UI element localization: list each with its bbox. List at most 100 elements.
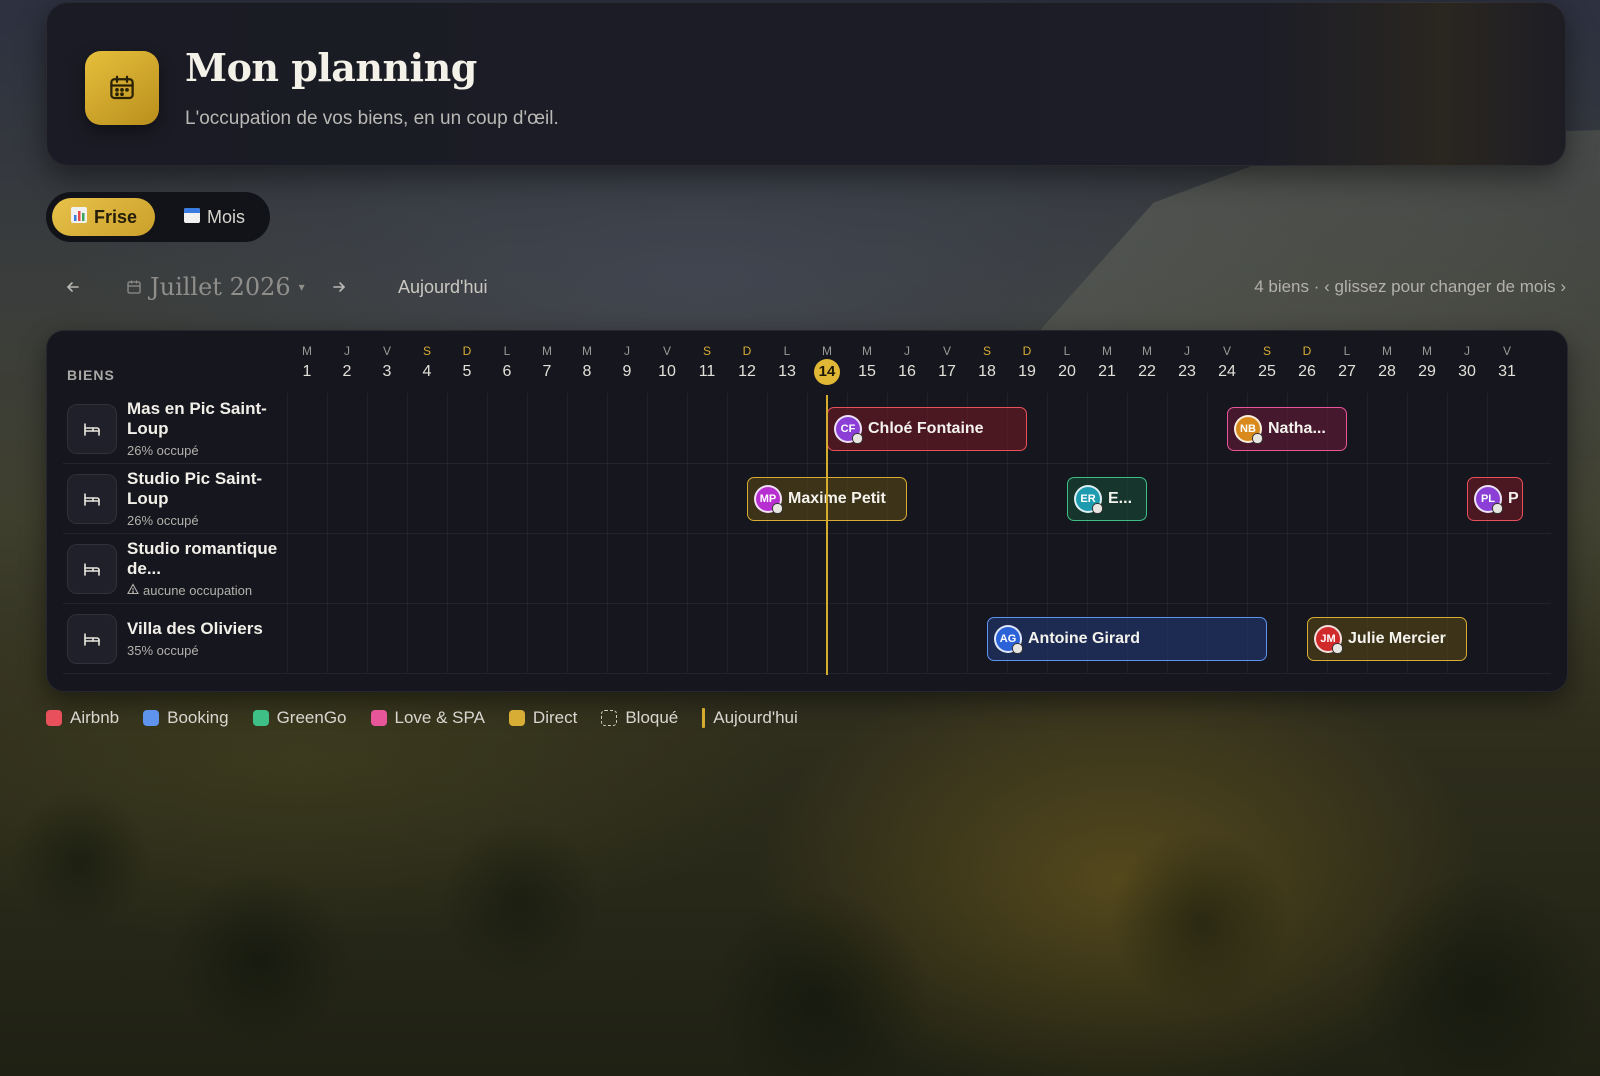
day-cell[interactable] — [1047, 533, 1087, 603]
day-cell[interactable] — [1447, 533, 1487, 603]
day-cell[interactable] — [1207, 533, 1247, 603]
booking-bar[interactable]: NB Natha... — [1227, 407, 1347, 451]
day-cell[interactable] — [407, 603, 447, 673]
day-cell[interactable] — [287, 603, 327, 673]
day-cell[interactable] — [967, 533, 1007, 603]
day-cell[interactable] — [1047, 393, 1087, 463]
day-cell[interactable] — [687, 603, 727, 673]
day-cell[interactable] — [407, 393, 447, 463]
day-cell[interactable] — [647, 393, 687, 463]
day-cell[interactable] — [1167, 533, 1207, 603]
day-cell[interactable] — [567, 603, 607, 673]
booking-bar[interactable]: ER E... — [1067, 477, 1147, 521]
day-cell[interactable] — [527, 533, 567, 603]
day-cell[interactable] — [887, 603, 927, 673]
day-cell[interactable] — [727, 533, 767, 603]
day-cell[interactable] — [287, 393, 327, 463]
day-cell[interactable] — [1447, 393, 1487, 463]
day-cell[interactable] — [407, 463, 447, 533]
day-cell[interactable] — [1207, 463, 1247, 533]
previous-month-button[interactable] — [56, 270, 90, 304]
day-cell[interactable] — [487, 533, 527, 603]
day-cell[interactable] — [1367, 463, 1407, 533]
day-cell[interactable] — [727, 393, 767, 463]
day-cell[interactable] — [607, 603, 647, 673]
day-cell[interactable] — [1407, 463, 1447, 533]
day-cell[interactable] — [1407, 393, 1447, 463]
day-cell[interactable] — [567, 463, 607, 533]
day-cell[interactable] — [527, 603, 567, 673]
day-cell[interactable] — [1327, 533, 1367, 603]
day-cell[interactable] — [687, 393, 727, 463]
day-cell[interactable] — [487, 463, 527, 533]
day-cell[interactable] — [1487, 533, 1527, 603]
day-cell[interactable] — [1127, 533, 1167, 603]
day-cell[interactable] — [1087, 393, 1127, 463]
day-cell[interactable] — [487, 393, 527, 463]
day-cell[interactable] — [1367, 393, 1407, 463]
day-cell[interactable] — [607, 393, 647, 463]
booking-bar[interactable]: AG Antoine Girard — [987, 617, 1267, 661]
day-cell[interactable] — [927, 603, 967, 673]
day-cell[interactable] — [567, 533, 607, 603]
booking-bar[interactable]: CF Chloé Fontaine — [827, 407, 1027, 451]
day-cell[interactable] — [407, 533, 447, 603]
day-cell[interactable] — [607, 533, 647, 603]
day-cell[interactable] — [607, 463, 647, 533]
day-cell[interactable] — [367, 533, 407, 603]
day-cell[interactable] — [1127, 393, 1167, 463]
day-cell[interactable] — [767, 393, 807, 463]
day-cell[interactable] — [1167, 393, 1207, 463]
day-cell[interactable] — [647, 533, 687, 603]
day-cell[interactable] — [447, 393, 487, 463]
day-cell[interactable] — [1007, 463, 1047, 533]
booking-bar[interactable]: PL P — [1467, 477, 1523, 521]
day-cell[interactable] — [1167, 463, 1207, 533]
day-cell[interactable] — [527, 463, 567, 533]
day-cell[interactable] — [327, 393, 367, 463]
day-cell[interactable] — [847, 603, 887, 673]
day-cell[interactable] — [1487, 393, 1527, 463]
day-cell[interactable] — [687, 463, 727, 533]
mois-toggle-button[interactable]: Mois — [165, 198, 263, 236]
day-cell[interactable] — [327, 463, 367, 533]
day-cell[interactable] — [1407, 533, 1447, 603]
day-cell[interactable] — [447, 603, 487, 673]
day-cell[interactable] — [1487, 603, 1527, 673]
day-cell[interactable] — [287, 533, 327, 603]
day-cell[interactable] — [1287, 533, 1327, 603]
day-cell[interactable] — [287, 463, 327, 533]
day-cell[interactable] — [567, 393, 607, 463]
day-cell[interactable] — [367, 393, 407, 463]
day-cell[interactable] — [367, 463, 407, 533]
day-cell[interactable] — [1287, 463, 1327, 533]
day-cell[interactable] — [967, 463, 1007, 533]
day-cell[interactable] — [1247, 463, 1287, 533]
bed-icon[interactable] — [67, 614, 117, 664]
day-cell[interactable] — [647, 603, 687, 673]
day-cell[interactable] — [1327, 463, 1367, 533]
frise-toggle-button[interactable]: Frise — [52, 198, 156, 236]
day-cell[interactable] — [927, 533, 967, 603]
day-cell[interactable] — [1247, 533, 1287, 603]
today-button[interactable]: Aujourd'hui — [398, 270, 488, 304]
booking-bar[interactable]: JM Julie Mercier — [1307, 617, 1467, 661]
day-cell[interactable] — [327, 603, 367, 673]
day-cell[interactable] — [887, 533, 927, 603]
day-cell[interactable] — [647, 463, 687, 533]
day-cell[interactable] — [487, 603, 527, 673]
day-cell[interactable] — [687, 533, 727, 603]
bed-icon[interactable] — [67, 544, 117, 594]
day-cell[interactable] — [1087, 533, 1127, 603]
next-month-button[interactable] — [322, 270, 356, 304]
day-cell[interactable] — [367, 603, 407, 673]
day-cell[interactable] — [447, 463, 487, 533]
day-cell[interactable] — [1367, 533, 1407, 603]
day-cell[interactable] — [327, 533, 367, 603]
day-cell[interactable] — [727, 603, 767, 673]
day-cell[interactable] — [927, 463, 967, 533]
day-cell[interactable] — [767, 533, 807, 603]
day-cell[interactable] — [447, 533, 487, 603]
day-cell[interactable] — [767, 603, 807, 673]
bed-icon[interactable] — [67, 474, 117, 524]
